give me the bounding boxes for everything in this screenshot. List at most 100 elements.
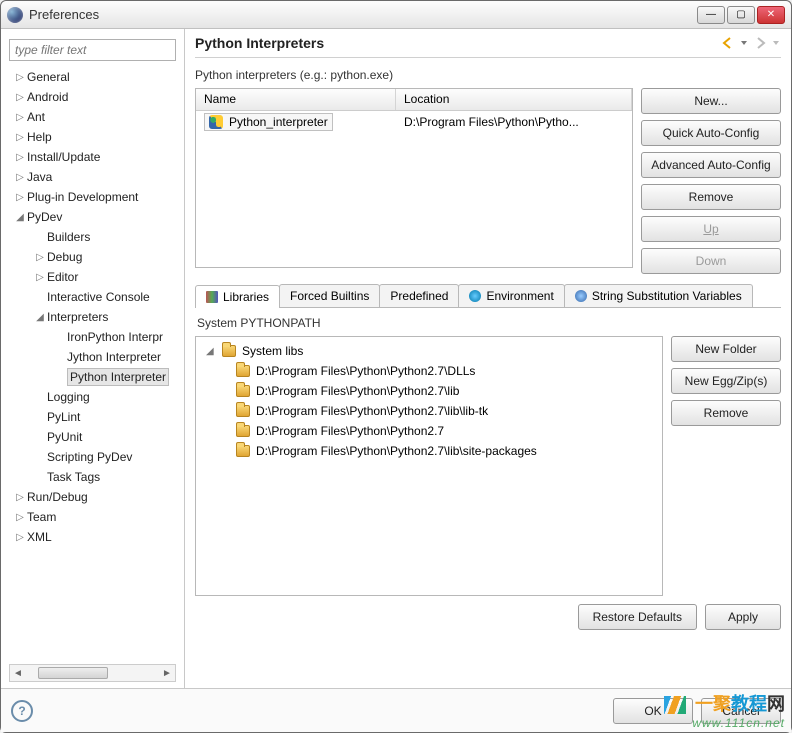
- tree-item-label: Jython Interpreter: [67, 350, 161, 364]
- tree-item[interactable]: ▷Debug: [5, 247, 182, 267]
- new-egg-zip-button[interactable]: New Egg/Zip(s): [671, 368, 781, 394]
- folder-icon: [222, 345, 236, 357]
- folder-icon: [236, 365, 250, 377]
- tree-item[interactable]: Jython Interpreter: [5, 347, 182, 367]
- main-pane: Python Interpreters Python inte: [185, 29, 791, 688]
- tree-item[interactable]: ▷Editor: [5, 267, 182, 287]
- tab-forced-builtins[interactable]: Forced Builtins: [279, 284, 380, 307]
- nav-forward-button[interactable]: [751, 35, 769, 51]
- nav-forward-menu[interactable]: [771, 35, 781, 51]
- interpreter-name: Python_interpreter: [229, 115, 328, 129]
- lib-path-item[interactable]: D:\Program Files\Python\Python2.7\lib: [202, 381, 656, 401]
- tab-libraries[interactable]: Libraries: [195, 285, 280, 308]
- python-icon: [209, 115, 223, 129]
- tree-item[interactable]: Task Tags: [5, 467, 182, 487]
- tree-item-label: Logging: [47, 390, 90, 404]
- column-location[interactable]: Location: [396, 89, 632, 110]
- tree-item-label: Team: [27, 510, 56, 524]
- lib-path-item[interactable]: D:\Program Files\Python\Python2.7\lib\li…: [202, 401, 656, 421]
- twisty-icon: ▷: [15, 172, 25, 183]
- interpreters-table[interactable]: Name Location Python_interpreter: [195, 88, 633, 268]
- tab-predefined[interactable]: Predefined: [379, 284, 459, 307]
- scroll-right-icon[interactable]: ►: [159, 668, 175, 679]
- new-button[interactable]: New...: [641, 88, 781, 114]
- preferences-window: Preferences ― ▢ ✕ ▷General▷Android▷Ant▷H…: [0, 0, 792, 733]
- tree-item[interactable]: ▷Plug-in Development: [5, 187, 182, 207]
- maximize-button[interactable]: ▢: [727, 6, 755, 24]
- tree-item[interactable]: ◢PyDev: [5, 207, 182, 227]
- nav-back-menu[interactable]: [739, 35, 749, 51]
- eclipse-icon: [7, 7, 23, 23]
- preferences-tree[interactable]: ▷General▷Android▷Ant▷Help▷Install/Update…: [1, 67, 184, 660]
- tree-item-label: Task Tags: [47, 470, 100, 484]
- tree-item-label: Interactive Console: [47, 290, 150, 304]
- column-name[interactable]: Name: [196, 89, 396, 110]
- lib-path-item[interactable]: D:\Program Files\Python\Python2.7\lib\si…: [202, 441, 656, 461]
- tree-item[interactable]: ▷Ant: [5, 107, 182, 127]
- tree-item[interactable]: ▷Java: [5, 167, 182, 187]
- help-button[interactable]: ?: [11, 700, 33, 722]
- tree-item[interactable]: ▷Run/Debug: [5, 487, 182, 507]
- lib-path-item[interactable]: D:\Program Files\Python\Python2.7\DLLs: [202, 361, 656, 381]
- system-libs-root[interactable]: ◢ System libs: [202, 341, 656, 361]
- system-libs-tree[interactable]: ◢ System libs D:\Program Files\Python\Py…: [195, 336, 663, 596]
- tree-item[interactable]: ▷Help: [5, 127, 182, 147]
- tab-environment[interactable]: Environment: [458, 284, 564, 307]
- minimize-button[interactable]: ―: [697, 6, 725, 24]
- filter-input[interactable]: [9, 39, 176, 61]
- tab-string-substitution-variables[interactable]: String Substitution Variables: [564, 284, 753, 307]
- nav-back-button[interactable]: [719, 35, 737, 51]
- down-button[interactable]: Down: [641, 248, 781, 274]
- restore-defaults-button[interactable]: Restore Defaults: [578, 604, 697, 630]
- tree-item[interactable]: PyUnit: [5, 427, 182, 447]
- scrollbar-thumb[interactable]: [38, 667, 108, 679]
- horizontal-scrollbar[interactable]: ◄ ►: [9, 664, 176, 682]
- cancel-button[interactable]: Cancel: [701, 698, 781, 724]
- tree-item[interactable]: PyLint: [5, 407, 182, 427]
- scroll-left-icon[interactable]: ◄: [10, 668, 26, 679]
- twisty-icon: ▷: [15, 112, 25, 123]
- lib-path-item[interactable]: D:\Program Files\Python\Python2.7: [202, 421, 656, 441]
- preferences-sidebar: ▷General▷Android▷Ant▷Help▷Install/Update…: [1, 29, 185, 688]
- tree-item-label: IronPython Interpr: [67, 330, 163, 344]
- tab-label: Environment: [486, 289, 553, 303]
- lib-path-label: D:\Program Files\Python\Python2.7\lib\si…: [256, 444, 537, 458]
- twisty-icon: ◢: [35, 312, 45, 323]
- close-button[interactable]: ✕: [757, 6, 785, 24]
- new-folder-button[interactable]: New Folder: [671, 336, 781, 362]
- tree-item[interactable]: ◢Interpreters: [5, 307, 182, 327]
- books-icon: [206, 291, 218, 303]
- tree-item[interactable]: Logging: [5, 387, 182, 407]
- remove-lib-button[interactable]: Remove: [671, 400, 781, 426]
- tree-item[interactable]: Python Interpreter: [5, 367, 182, 387]
- remove-interpreter-button[interactable]: Remove: [641, 184, 781, 210]
- ok-button[interactable]: OK: [613, 698, 693, 724]
- quick-auto-config-button[interactable]: Quick Auto-Config: [641, 120, 781, 146]
- tree-item-label: Interpreters: [47, 310, 108, 324]
- triangle-down-icon: ◢: [206, 346, 216, 357]
- up-button[interactable]: Up: [641, 216, 781, 242]
- tree-item-label: Help: [27, 130, 52, 144]
- tree-item[interactable]: IronPython Interpr: [5, 327, 182, 347]
- tree-item[interactable]: Interactive Console: [5, 287, 182, 307]
- tree-item[interactable]: Builders: [5, 227, 182, 247]
- tree-item[interactable]: ▷General: [5, 67, 182, 87]
- table-row[interactable]: Python_interpreter D:\Program Files\Pyth…: [196, 111, 632, 133]
- tree-item-label: PyDev: [27, 210, 62, 224]
- tree-item-label: Android: [27, 90, 68, 104]
- tree-item[interactable]: Scripting PyDev: [5, 447, 182, 467]
- twisty-icon: ▷: [15, 192, 25, 203]
- tree-item-label: Ant: [27, 110, 45, 124]
- tree-item[interactable]: ▷Team: [5, 507, 182, 527]
- tree-item[interactable]: ▷Install/Update: [5, 147, 182, 167]
- tree-item[interactable]: ▷XML: [5, 527, 182, 547]
- tabs: LibrariesForced BuiltinsPredefined Enviro…: [195, 284, 781, 308]
- tree-item-label: Builders: [47, 230, 90, 244]
- tree-item[interactable]: ▷Android: [5, 87, 182, 107]
- advanced-auto-config-button[interactable]: Advanced Auto-Config: [641, 152, 781, 178]
- interpreters-sublabel: Python interpreters (e.g.: python.exe): [195, 68, 781, 82]
- apply-button[interactable]: Apply: [705, 604, 781, 630]
- lib-path-label: D:\Program Files\Python\Python2.7\lib\li…: [256, 404, 488, 418]
- twisty-icon: ▷: [15, 512, 25, 523]
- folder-icon: [236, 445, 250, 457]
